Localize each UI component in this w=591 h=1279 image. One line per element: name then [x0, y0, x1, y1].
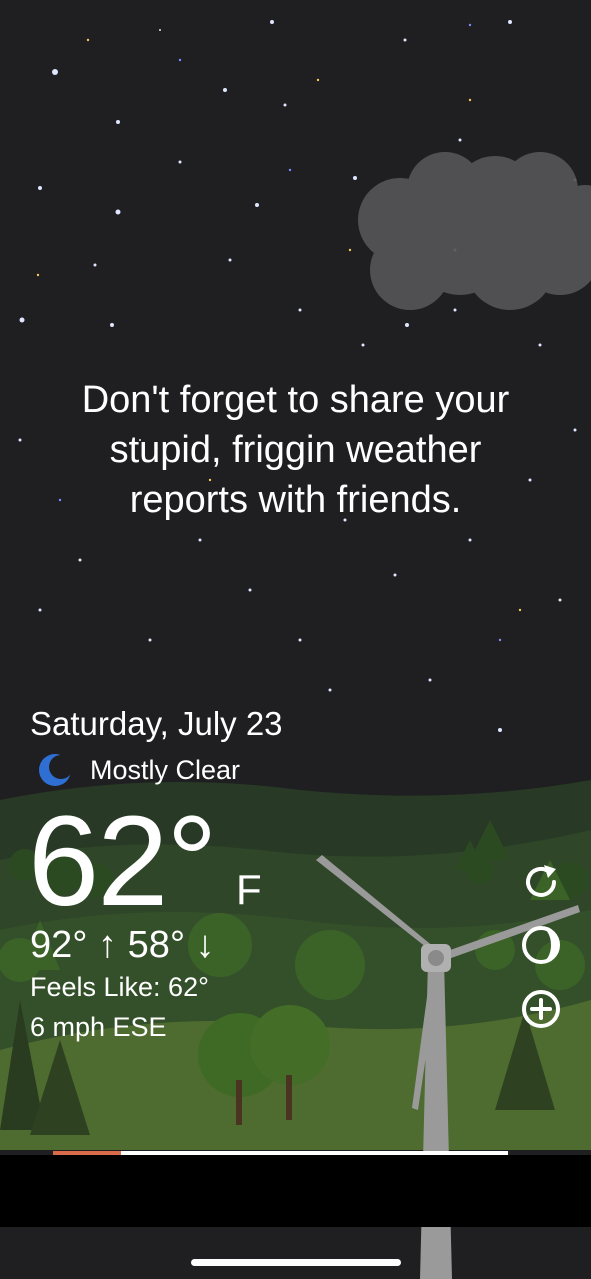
- moon-phase-button[interactable]: [520, 924, 562, 966]
- forecast-date: Saturday, July 23: [30, 705, 283, 742]
- refresh-button[interactable]: [520, 861, 562, 903]
- high-temperature: 92°: [30, 924, 88, 966]
- condition-label: Mostly Clear: [90, 754, 241, 785]
- background-scene: [0, 0, 591, 1279]
- up-arrow-icon: ↑: [98, 924, 118, 966]
- current-temperature: 62°: [28, 790, 218, 933]
- share-reminder-message: Don't forget to share your stupid, frigg…: [40, 375, 551, 525]
- moon-phase-icon: [522, 926, 560, 964]
- home-indicator[interactable]: [191, 1259, 401, 1266]
- condition-row: Mostly Clear: [38, 752, 240, 788]
- temperature-unit: F: [236, 866, 262, 913]
- refresh-icon: [526, 865, 556, 897]
- wind-speed: 6 mph ESE: [30, 1012, 167, 1042]
- ad-banner-area[interactable]: [0, 1155, 591, 1227]
- feels-like: Feels Like: 62°: [30, 972, 209, 1002]
- message-line-1: Don't forget to share your: [81, 379, 510, 421]
- add-icon: [522, 990, 560, 1028]
- low-temperature: 58°: [127, 924, 186, 966]
- message-line-2: stupid, friggin weather: [109, 429, 482, 471]
- down-arrow-icon: ↓: [195, 924, 215, 966]
- high-low-temperatures: 92° ↑ 58° ↓: [30, 922, 215, 968]
- crescent-moon-icon: [39, 754, 72, 786]
- message-line-3: reports with friends.: [129, 479, 462, 521]
- add-location-button[interactable]: [520, 988, 562, 1030]
